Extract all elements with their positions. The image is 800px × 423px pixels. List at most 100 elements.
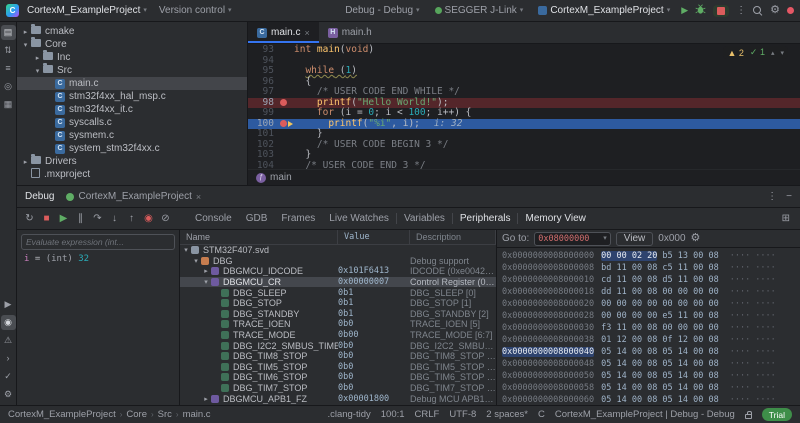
debug-tool-window-title[interactable]: Debug: [25, 191, 54, 202]
hide-tool-window-icon[interactable]: −: [786, 191, 792, 202]
project-icon[interactable]: ▤: [1, 25, 16, 40]
breadcrumb-segment[interactable]: Core: [126, 409, 147, 420]
debug-view-tab-gdb[interactable]: GDB: [239, 208, 275, 229]
breakpoint-icon[interactable]: [278, 99, 294, 106]
more-options-icon[interactable]: ⋮: [767, 191, 777, 202]
search-icon[interactable]: [753, 6, 763, 16]
code-line[interactable]: 104 /* USER CODE END 3 */: [248, 161, 800, 170]
memory-hex-group[interactable]: 0f 12 00 08: [662, 335, 718, 345]
peripheral-row[interactable]: TRACE_MODE0b00TRACE_MODE [6:7]: [180, 330, 496, 341]
memory-hex-group[interactable]: 00 00 00 00: [662, 287, 718, 297]
debug-view-tab-frames[interactable]: Frames: [274, 208, 322, 229]
memory-hex-group[interactable]: 05 14 00 08: [662, 347, 718, 357]
tree-chevron-icon[interactable]: ▾: [21, 41, 30, 49]
breakpoint-dot-icon[interactable]: [280, 99, 287, 106]
memory-hex-group[interactable]: 00 00 00 00: [601, 299, 657, 309]
tree-item[interactable]: Cstm32f4xx_it.c: [17, 103, 247, 116]
memory-row[interactable]: 0x0000000008000010cd 11 00 08d5 11 00 08…: [502, 274, 800, 286]
view-breakpoints-icon[interactable]: ◉: [140, 211, 157, 227]
memory-hex-group[interactable]: cd 11 00 08: [601, 275, 657, 285]
problems-icon[interactable]: ⚠: [1, 333, 16, 348]
memory-hex-group[interactable]: dd 11 00 08: [601, 287, 657, 297]
memory-hex-group[interactable]: 05 14 00 08: [662, 383, 718, 393]
status-item[interactable]: 2 spaces*: [486, 409, 528, 420]
debug-icon[interactable]: ◉: [1, 315, 16, 330]
tree-item[interactable]: .mxproject: [17, 168, 247, 181]
pause-icon[interactable]: ∥: [72, 211, 89, 227]
tree-chevron-icon[interactable]: ▾: [202, 278, 210, 286]
memory-row[interactable]: 0x000000000800003801 12 00 080f 12 00 08…: [502, 334, 800, 346]
run-button[interactable]: ▶: [681, 5, 688, 16]
rerun-icon[interactable]: ↻: [21, 211, 38, 227]
memory-hex-group[interactable]: 05 14 00 08: [662, 395, 718, 405]
peripheral-row[interactable]: ▾DBGMCU_CR0x00000007Control Register (0x…: [180, 277, 496, 288]
memory-hex-group[interactable]: d5 11 00 08: [662, 275, 718, 285]
view-button[interactable]: View: [616, 232, 654, 246]
memory-hex-group[interactable]: 00 00 00 00: [601, 311, 657, 321]
column-header[interactable]: Description: [410, 230, 496, 244]
more-actions-icon[interactable]: ⋮: [736, 5, 746, 16]
memory-hex-group[interactable]: 00 00 00 00: [662, 323, 718, 333]
peripheral-row[interactable]: DBG_TIM8_STOP0b0DBG_TIM8_STOP [17]: [180, 351, 496, 362]
tree-item[interactable]: Cstm32f4xx_hal_msp.c: [17, 90, 247, 103]
memory-hex-group[interactable]: 00 00 00 00: [662, 299, 718, 309]
tree-item[interactable]: ▾Src: [17, 64, 247, 77]
memory-hex-group[interactable]: 05 14 00 08: [662, 359, 718, 369]
status-breadcrumb[interactable]: CortexM_ExampleProject›Core›Src›main.c: [8, 409, 211, 420]
breakpoint-icon[interactable]: [278, 120, 294, 127]
memory-hex-group[interactable]: 05 14 00 08: [601, 371, 657, 381]
memory-hex-group[interactable]: c5 11 00 08: [662, 263, 718, 273]
editor-tab[interactable]: Hmain.h: [319, 22, 381, 43]
memory-row[interactable]: 0x0000000008000008bd 11 00 08c5 11 00 08…: [502, 262, 800, 274]
debug-probe-selector[interactable]: SEGGER J-Link▾: [431, 3, 528, 18]
tree-chevron-icon[interactable]: ▸: [21, 158, 30, 166]
goto-address-input[interactable]: [538, 234, 600, 244]
peripheral-row[interactable]: ▾DBGDebug support: [180, 256, 496, 267]
tree-chevron-icon[interactable]: ▸: [202, 267, 210, 275]
tree-item[interactable]: ▾Core: [17, 38, 247, 51]
terminal-icon[interactable]: ›: [1, 351, 16, 366]
breadcrumb-segment[interactable]: Src: [158, 409, 172, 420]
settings-gear-icon[interactable]: ⚙: [770, 5, 780, 16]
debug-view-tab-memory-view[interactable]: Memory View: [518, 208, 592, 229]
find-icon[interactable]: ◎: [1, 79, 16, 94]
peripheral-row[interactable]: DBG_SLEEP0b1DBG_SLEEP [0]: [180, 287, 496, 298]
settings-icon[interactable]: ⚙: [1, 387, 16, 402]
memory-hex-group[interactable]: b5 13 00 08: [662, 251, 718, 261]
debug-session-tab[interactable]: CortexM_ExampleProject ×: [66, 191, 201, 202]
tree-chevron-icon[interactable]: ▸: [33, 54, 42, 62]
tree-chevron-icon[interactable]: ▾: [33, 67, 42, 75]
status-item[interactable]: C: [538, 409, 545, 420]
inspection-widget[interactable]: ▲ 2 ✓ 1 ▴ ▾: [723, 46, 788, 59]
code-line[interactable]: 95 while (1): [248, 66, 800, 77]
memory-row[interactable]: 0x0000000008000018dd 11 00 0800 00 00 00…: [502, 286, 800, 298]
memory-hex-group[interactable]: bd 11 00 08: [601, 263, 657, 273]
services-icon[interactable]: ▦: [1, 97, 16, 112]
step-over-icon[interactable]: ↷: [89, 211, 106, 227]
memory-hex-group[interactable]: 05 14 00 08: [662, 371, 718, 381]
peripheral-row[interactable]: ▾STM32F407.svd: [180, 245, 496, 256]
peripheral-row[interactable]: DBG_STANDBY0b1DBG_STANDBY [2]: [180, 309, 496, 320]
debug-view-tab-console[interactable]: Console: [188, 208, 239, 229]
peripheral-row[interactable]: ▸DBGMCU_IDCODE0x101F6413IDCODE (0xe00420…: [180, 266, 496, 277]
lock-icon[interactable]: [745, 414, 752, 419]
code-line[interactable]: 102 /* USER CODE BEGIN 3 */: [248, 140, 800, 151]
structure-icon[interactable]: ≡: [1, 61, 16, 76]
evaluate-result[interactable]: i = (int) 32: [21, 254, 175, 264]
breadcrumb-segment[interactable]: main.c: [183, 409, 211, 420]
commit-icon[interactable]: ⇅: [1, 43, 16, 58]
todo-icon[interactable]: ✓: [1, 369, 16, 384]
memory-hex-group[interactable]: e5 11 00 08: [662, 311, 718, 321]
code-line[interactable]: 100 printf("%i", i);i: 32: [248, 119, 800, 130]
peripheral-row[interactable]: DBG_STOP0b1DBG_STOP [1]: [180, 298, 496, 309]
status-item[interactable]: CortexM_ExampleProject | Debug - Debug: [555, 409, 735, 420]
peripheral-row[interactable]: TRACE_IOEN0b0TRACE_IOEN [5]: [180, 319, 496, 330]
column-header[interactable]: Value: [338, 230, 410, 244]
peripheral-row[interactable]: DBG_TIM5_STOP0b0DBG_TIM5_STOP [18]: [180, 362, 496, 373]
tree-chevron-icon[interactable]: ▾: [182, 246, 190, 254]
memory-row[interactable]: 0x000000000800000000 00 02 20b5 13 00 08…: [502, 250, 800, 262]
status-item[interactable]: UTF-8: [449, 409, 476, 420]
resume-icon[interactable]: ▶: [55, 211, 72, 227]
memory-hex-group[interactable]: 05 14 00 08: [601, 347, 657, 357]
peripheral-row[interactable]: DBG_I2C2_SMBUS_TIMEOUT0b0DBG_I2C2_SMBUS_…: [180, 340, 496, 351]
